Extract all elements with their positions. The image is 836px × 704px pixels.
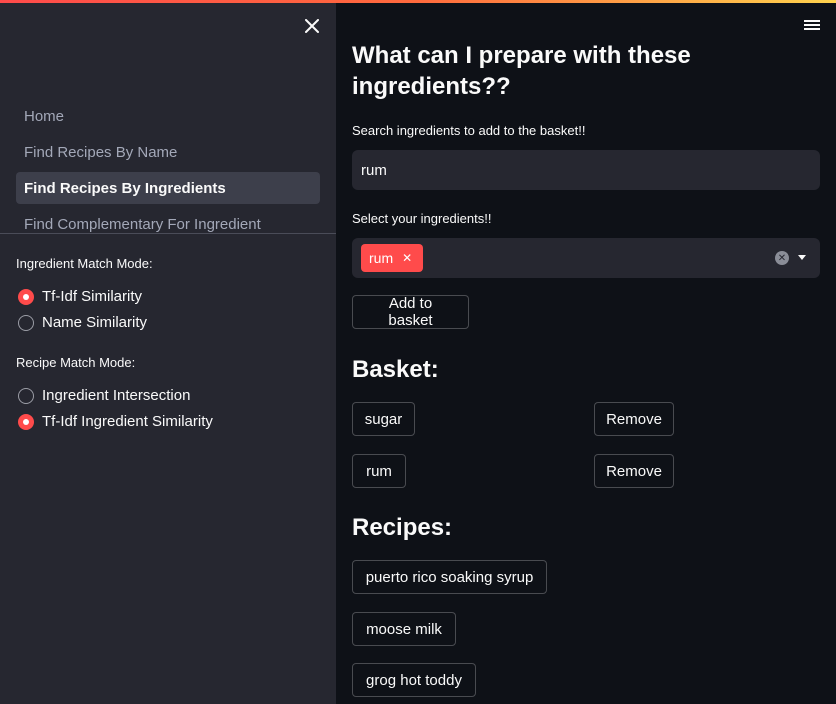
select-label: Select your ingredients!!: [352, 211, 492, 226]
ingredient-search-input[interactable]: [352, 150, 820, 190]
close-icon: [305, 19, 319, 33]
recipe-button[interactable]: puerto rico soaking syrup: [352, 560, 547, 594]
radio-label: Ingredient Intersection: [42, 387, 191, 404]
recipe-button[interactable]: grog hot toddy: [352, 663, 476, 697]
recipe-match-mode-label: Recipe Match Mode:: [16, 355, 136, 370]
selected-tag: rum ✕: [361, 244, 423, 272]
close-sidebar-button[interactable]: [300, 14, 324, 38]
radio-label: Tf-Idf Ingredient Similarity: [42, 413, 213, 430]
nav-divider: [0, 233, 336, 234]
main-content: What can I prepare with these ingredient…: [352, 0, 820, 704]
radio-ingredient-intersection[interactable]: Ingredient Intersection: [18, 387, 190, 404]
basket-item-button[interactable]: sugar: [352, 402, 415, 436]
radio-label: Name Similarity: [42, 314, 148, 331]
clear-all-icon[interactable]: ✕: [775, 251, 789, 265]
radio-tfidf-similarity[interactable]: Tf-Idf Similarity: [18, 288, 142, 305]
radio-name-similarity[interactable]: Name Similarity: [18, 314, 147, 331]
basket-heading: Basket:: [352, 356, 439, 383]
tag-label: rum: [369, 250, 394, 266]
radio-tfidf-ingredient-similarity[interactable]: Tf-Idf Ingredient Similarity: [18, 413, 213, 430]
recipe-button[interactable]: moose milk: [352, 612, 456, 646]
page-title: What can I prepare with these ingredient…: [352, 42, 691, 100]
top-decoration-bar: [0, 0, 836, 3]
add-to-basket-button[interactable]: Add to basket: [352, 295, 469, 329]
radio-checked-icon: [18, 288, 34, 305]
ingredient-match-mode-label: Ingredient Match Mode:: [16, 256, 153, 271]
radio-unchecked-icon: [18, 387, 34, 404]
ingredient-multiselect[interactable]: rum ✕ ✕: [352, 238, 820, 278]
sidebar: Home Find Recipes By Name Find Recipes B…: [0, 0, 336, 704]
sidebar-item-find-complementary[interactable]: Find Complementary For Ingredient: [16, 208, 320, 240]
radio-label: Tf-Idf Similarity: [42, 288, 143, 305]
remove-button[interactable]: Remove: [594, 402, 674, 436]
sidebar-item-find-by-ingredients[interactable]: Find Recipes By Ingredients: [16, 172, 320, 204]
sidebar-nav: Home Find Recipes By Name Find Recipes B…: [16, 100, 320, 244]
chevron-down-icon[interactable]: [798, 255, 806, 260]
close-icon[interactable]: ✕: [402, 251, 412, 265]
radio-checked-icon: [18, 413, 34, 430]
recipes-heading: Recipes:: [352, 514, 453, 541]
radio-unchecked-icon: [18, 314, 34, 331]
basket-item-button[interactable]: rum: [352, 454, 406, 488]
sidebar-item-home[interactable]: Home: [16, 100, 320, 132]
remove-button[interactable]: Remove: [594, 454, 674, 488]
search-label: Search ingredients to add to the basket!…: [352, 123, 586, 138]
sidebar-item-find-by-name[interactable]: Find Recipes By Name: [16, 136, 320, 168]
